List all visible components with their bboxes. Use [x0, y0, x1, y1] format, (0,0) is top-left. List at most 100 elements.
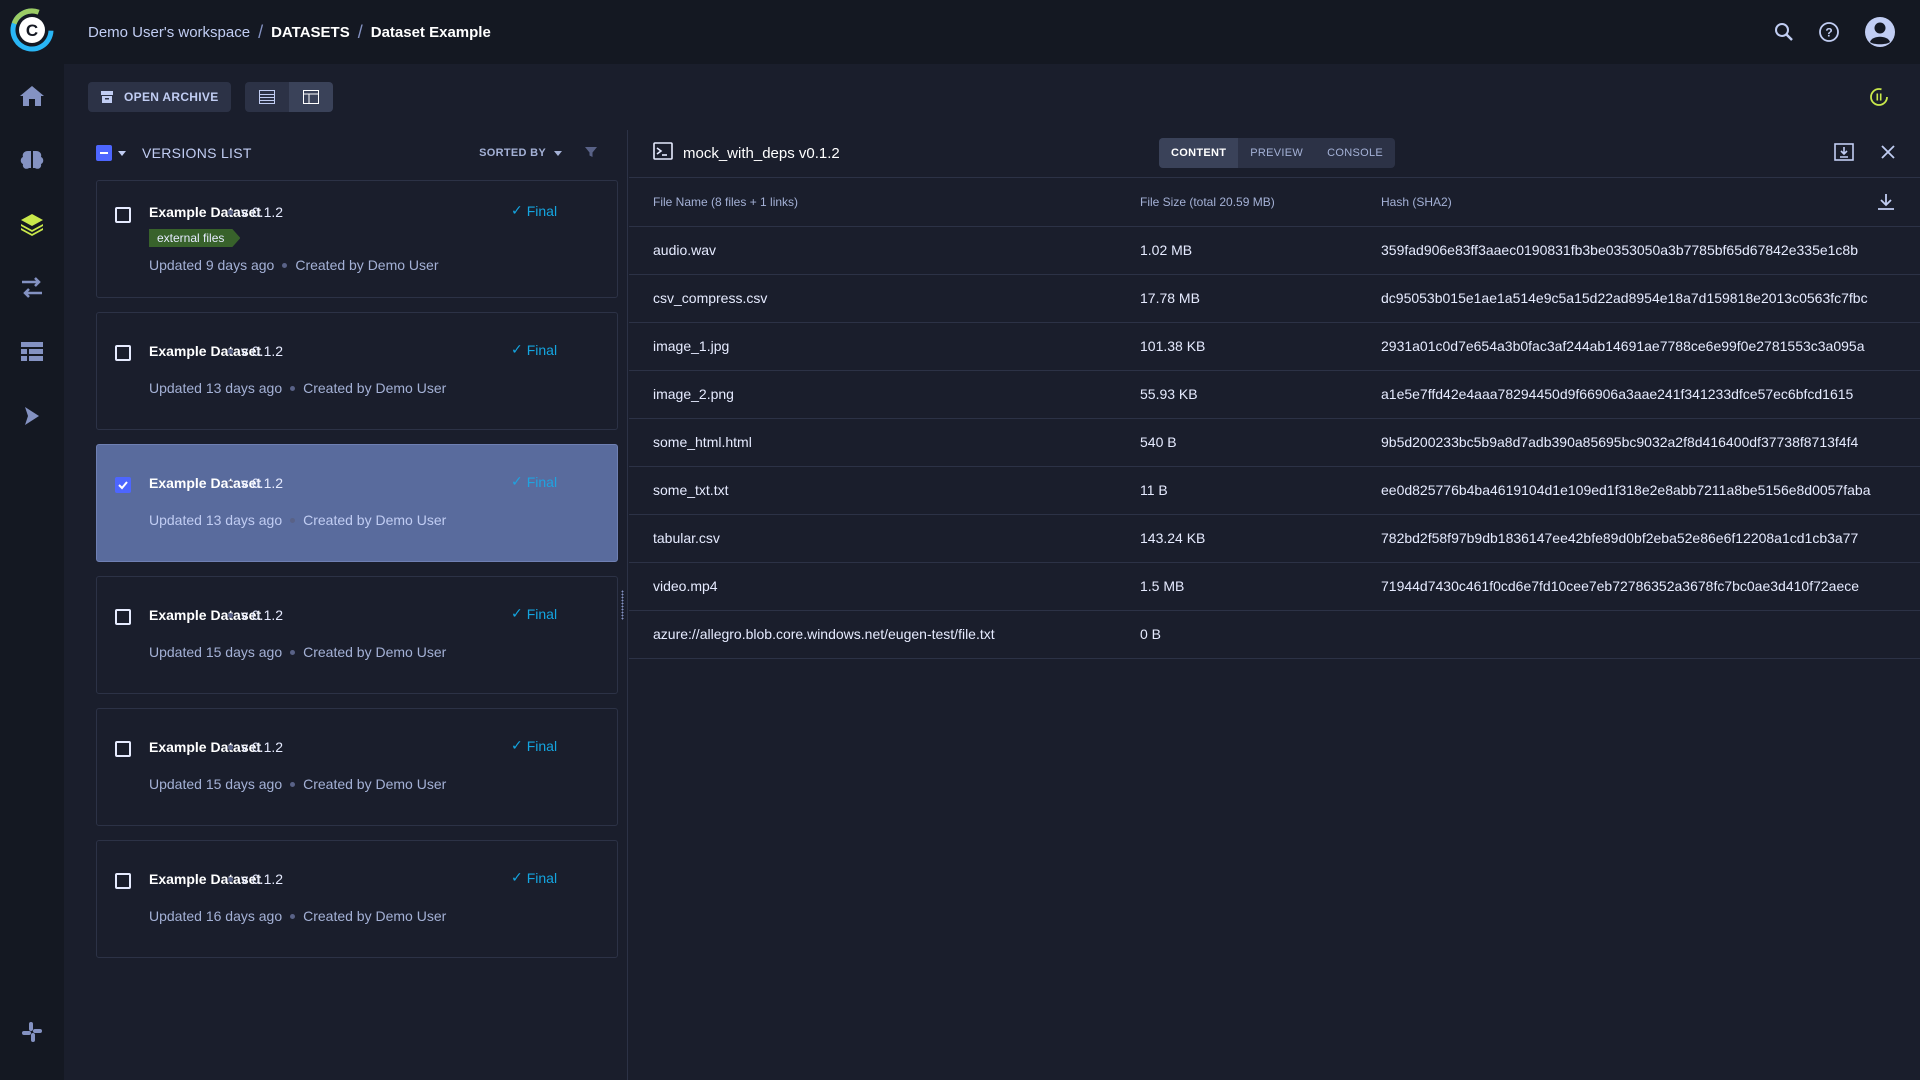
file-size: 11 B — [1140, 466, 1381, 515]
separator-dot — [228, 209, 233, 215]
file-name: video.mp4 — [629, 562, 1140, 611]
updated-time: Updated 15 days ago — [149, 644, 283, 660]
select-menu-chevron-icon[interactable] — [118, 150, 126, 156]
version-number-wrapper: v 0.1.2 — [228, 607, 283, 623]
version-checkbox[interactable] — [115, 741, 131, 757]
home-icon[interactable] — [0, 64, 64, 128]
user-avatar-icon[interactable] — [1864, 16, 1896, 48]
drag-handle-icon[interactable] — [621, 590, 624, 620]
file-hash: 9b5d200233bc5b9a8d7adb390a85695bc9032a2f… — [1381, 418, 1920, 467]
tab-preview[interactable]: PREVIEW — [1238, 138, 1315, 168]
svg-text:?: ? — [1825, 26, 1832, 40]
toolbar: OPEN ARCHIVE — [64, 64, 1920, 130]
separator-dot — [290, 517, 296, 523]
file-name: audio.wav — [629, 226, 1140, 275]
table-row[interactable]: some_html.html 540 B 9b5d200233bc5b9a8d7… — [629, 418, 1920, 467]
version-card[interactable]: Example Dataset v 0.1.2 ✓ Final Updated 1… — [96, 708, 618, 826]
details-tabs: CONTENT PREVIEW CONSOLE — [1159, 138, 1396, 168]
separator-dot — [228, 744, 233, 750]
table-row[interactable]: image_1.jpg 101.38 KB 2931a01c0d7e654a3b… — [629, 322, 1920, 371]
file-hash: 71944d7430c461f0cd6e7fd10cee7eb72786352a… — [1381, 562, 1920, 611]
brain-icon[interactable] — [0, 128, 64, 192]
clearml-logo[interactable]: C — [10, 8, 54, 52]
tab-console[interactable]: CONSOLE — [1315, 138, 1395, 168]
chevron-down-icon — [554, 150, 562, 156]
version-checkbox[interactable] — [115, 609, 131, 625]
check-icon: ✓ — [511, 473, 523, 489]
help-icon[interactable]: ? — [1818, 21, 1840, 43]
tag-badge[interactable]: external files — [149, 229, 240, 247]
dataset-version-title: mock_with_deps v0.1.2 — [683, 145, 840, 162]
table-row[interactable]: csv_compress.csv 17.78 MB dc95053b015e1a… — [629, 274, 1920, 323]
table-row[interactable]: tabular.csv 143.24 KB 782bd2f58f97b9db18… — [629, 514, 1920, 563]
version-checkbox[interactable] — [115, 873, 131, 889]
version-card[interactable]: Example Dataset v 0.1.2 ✓ Final Updated 1… — [96, 840, 618, 958]
created-by: Created by Demo User — [303, 644, 447, 660]
updated-time: Updated 16 days ago — [149, 908, 283, 924]
separator-dot — [290, 781, 296, 787]
terminal-icon — [653, 142, 673, 165]
panel-splitter[interactable] — [618, 130, 628, 1080]
separator-dot — [290, 385, 296, 391]
file-name: image_1.jpg — [629, 322, 1140, 371]
table-row[interactable]: video.mp4 1.5 MB 71944d7430c461f0cd6e7fd… — [629, 562, 1920, 611]
created-by: Created by Demo User — [303, 776, 447, 792]
slack-icon[interactable] — [0, 1000, 64, 1064]
created-by: Created by Demo User — [303, 380, 447, 396]
archive-icon — [101, 91, 113, 103]
table-row[interactable]: image_2.png 55.93 KB a1e5e7ffd42e4aaa782… — [629, 370, 1920, 419]
check-icon: ✓ — [511, 202, 523, 218]
table-row[interactable]: audio.wav 1.02 MB 359fad906e83ff3aaec019… — [629, 226, 1920, 275]
filter-icon[interactable] — [584, 145, 598, 164]
version-status: ✓ Final — [511, 473, 557, 490]
table-row[interactable]: azure://allegro.blob.core.windows.net/eu… — [629, 610, 1920, 659]
table-view-button[interactable] — [244, 82, 289, 112]
file-size: 1.02 MB — [1140, 226, 1381, 275]
breadcrumb-workspace[interactable]: Demo User's workspace — [88, 24, 250, 41]
layers-icon[interactable] — [0, 192, 64, 256]
version-checkbox[interactable] — [115, 345, 131, 361]
auto-refresh-icon[interactable] — [1868, 86, 1890, 113]
version-status-label: Final — [526, 473, 558, 490]
file-name: image_2.png — [629, 370, 1140, 419]
versions-list: Example Dataset v 0.1.2 ✓ Final external … — [64, 180, 618, 958]
deploy-icon[interactable] — [0, 384, 64, 448]
breadcrumb-section[interactable]: DATASETS — [271, 24, 350, 41]
version-checkbox[interactable] — [115, 477, 131, 493]
maximize-panel-icon[interactable] — [1834, 142, 1854, 166]
check-icon: ✓ — [511, 341, 523, 357]
sorted-by-button[interactable]: SORTED BY — [479, 130, 562, 176]
version-checkbox[interactable] — [115, 207, 131, 223]
table-row[interactable]: some_txt.txt 11 B ee0d825776b4ba4619104d… — [629, 466, 1920, 515]
details-header: mock_with_deps v0.1.2 CONTENT PREVIEW CO… — [629, 130, 1920, 178]
separator-dot — [228, 480, 233, 486]
table-header-row: File Name (8 files + 1 links) File Size … — [629, 178, 1920, 227]
tab-content[interactable]: CONTENT — [1159, 138, 1239, 168]
version-status-label: Final — [526, 341, 558, 358]
version-card-selected[interactable]: Example Dataset v 0.1.2 ✓ Final Updated 1… — [96, 444, 618, 562]
details-view-button[interactable] — [288, 82, 333, 112]
file-hash — [1381, 610, 1920, 659]
search-icon[interactable] — [1774, 22, 1794, 42]
download-icon[interactable] — [1876, 192, 1896, 217]
close-icon[interactable] — [1880, 144, 1896, 165]
pipelines-icon[interactable] — [0, 256, 64, 320]
column-header-file-name: File Name (8 files + 1 links) — [629, 178, 1140, 227]
file-size: 0 B — [1140, 610, 1381, 659]
version-card[interactable]: Example Dataset v 0.1.2 ✓ Final external … — [96, 180, 618, 298]
version-meta: Updated 13 days ago Created by Demo User — [149, 380, 446, 396]
open-archive-button[interactable]: OPEN ARCHIVE — [88, 82, 231, 112]
version-number-wrapper: v 0.1.2 — [228, 475, 283, 491]
version-card[interactable]: Example Dataset v 0.1.2 ✓ Final Updated 1… — [96, 576, 618, 694]
version-card[interactable]: Example Dataset v 0.1.2 ✓ Final Updated 1… — [96, 312, 618, 430]
select-all-checkbox[interactable] — [96, 145, 112, 161]
separator-dot — [228, 876, 233, 882]
version-status-label: Final — [526, 605, 558, 622]
version-meta: Updated 16 days ago Created by Demo User — [149, 908, 446, 924]
details-panel: mock_with_deps v0.1.2 CONTENT PREVIEW CO… — [629, 130, 1920, 1080]
table-icon[interactable] — [0, 320, 64, 384]
check-icon: ✓ — [511, 869, 523, 885]
separator-dot — [228, 612, 233, 618]
file-size: 143.24 KB — [1140, 514, 1381, 563]
version-number-wrapper: v 0.1.2 — [228, 343, 283, 359]
